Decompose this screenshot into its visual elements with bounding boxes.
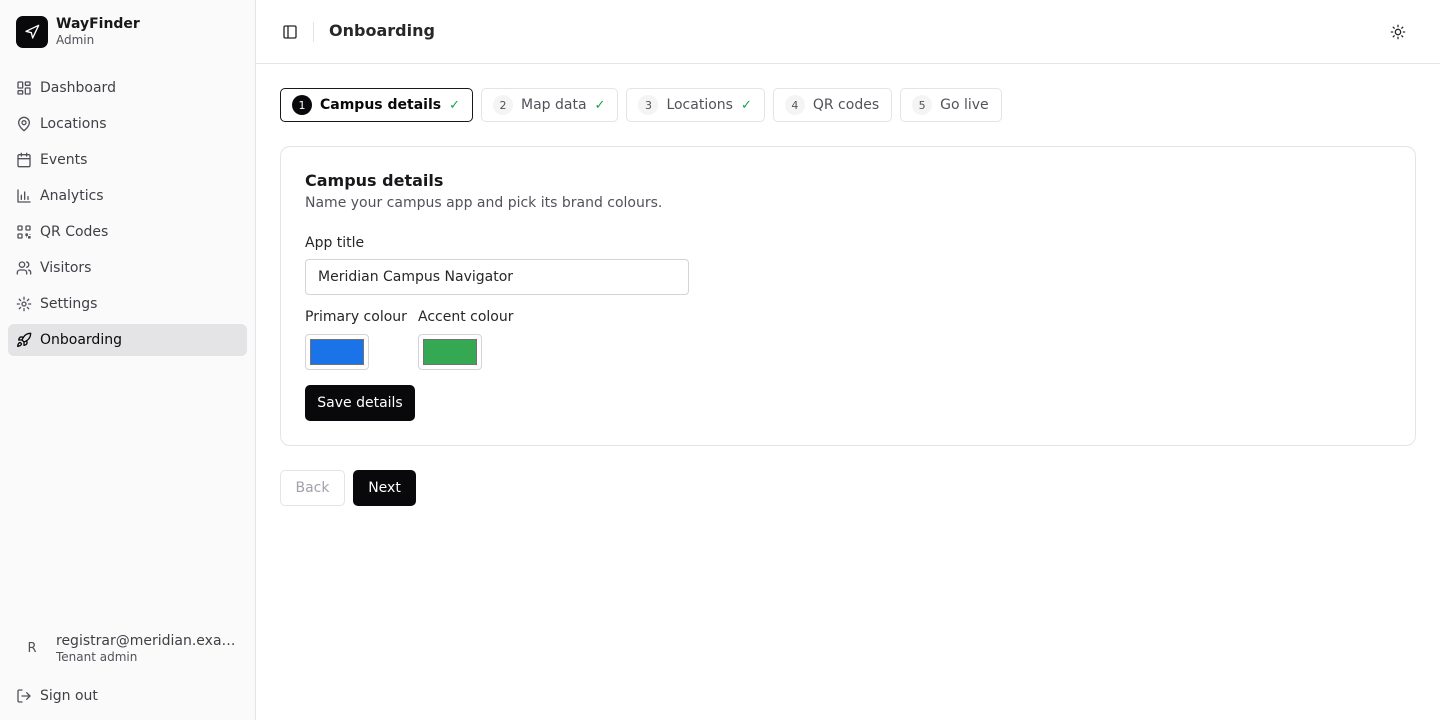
user-profile[interactable]: R registrar@meridian.example.edu Tenant … — [16, 632, 240, 665]
onboarding-steps: 1 Campus details ✓ 2 Map data ✓ 3 Locati… — [280, 88, 1002, 122]
brand[interactable]: WayFinder Admin — [16, 16, 140, 48]
toggle-sidebar-button[interactable] — [280, 20, 300, 44]
step-number: 2 — [493, 95, 513, 115]
calendar-icon — [17, 152, 31, 168]
log-out-icon — [17, 689, 31, 703]
next-button[interactable]: Next — [353, 470, 416, 506]
user-email: registrar@meridian.example.edu — [56, 633, 238, 649]
qr-code-icon — [17, 225, 31, 239]
step-label: Locations — [666, 97, 733, 113]
sidebar-item-label: Dashboard — [40, 80, 116, 96]
step-go-live[interactable]: 5 Go live — [900, 88, 1002, 122]
bar-chart-icon — [17, 189, 31, 203]
sidebar-item-dashboard[interactable]: Dashboard — [8, 72, 247, 104]
sidebar-item-label: Settings — [40, 296, 98, 312]
sidebar-item-locations[interactable]: Locations — [8, 108, 247, 140]
gear-icon — [16, 296, 32, 312]
step-label: Go live — [940, 97, 989, 113]
back-button[interactable]: Back — [280, 470, 345, 506]
user-role: Tenant admin — [56, 650, 138, 664]
accent-colour-fill — [423, 339, 477, 365]
card-description: Name your campus app and pick its brand … — [305, 195, 663, 211]
sidebar-item-qr-codes[interactable]: QR Codes — [8, 216, 247, 248]
primary-colour-fill — [310, 339, 364, 365]
sign-out-label: Sign out — [40, 688, 98, 704]
app-title-label: App title — [305, 235, 365, 251]
sidebar-item-label: Locations — [40, 116, 107, 132]
accent-colour-picker[interactable] — [418, 334, 482, 370]
page-title: Onboarding — [329, 21, 435, 40]
brand-subtitle: Admin — [56, 33, 95, 47]
step-campus-details[interactable]: 1 Campus details ✓ — [280, 88, 473, 122]
sidebar-item-events[interactable]: Events — [8, 144, 247, 176]
step-label: QR codes — [812, 97, 880, 113]
panel-left-icon — [283, 25, 297, 39]
sidebar-item-label: QR Codes — [40, 224, 109, 240]
campus-details-card: Campus details Name your campus app and … — [280, 146, 1416, 446]
navigation-arrow-icon — [16, 16, 48, 48]
sidebar-item-settings[interactable]: Settings — [8, 288, 247, 320]
check-icon: ✓ — [740, 97, 752, 113]
save-details-button[interactable]: Save details — [305, 385, 415, 421]
avatar: R — [27, 641, 37, 656]
sun-icon — [1390, 24, 1406, 40]
app-title-input[interactable] — [305, 259, 689, 295]
rocket-icon — [17, 332, 32, 347]
sidebar-item-label: Analytics — [40, 188, 104, 204]
sidebar-item-label: Visitors — [40, 260, 92, 276]
step-number: 1 — [292, 95, 312, 115]
dashboard-icon — [17, 81, 31, 95]
header: Onboarding — [256, 0, 1440, 64]
sidebar: WayFinder Admin Dashboard Locations Even… — [0, 0, 256, 720]
map-pin-icon — [18, 116, 30, 132]
users-icon — [16, 261, 32, 275]
sidebar-item-analytics[interactable]: Analytics — [8, 180, 247, 212]
primary-colour-picker[interactable] — [305, 334, 369, 370]
step-label: Map data — [521, 97, 587, 113]
sidebar-item-label: Events — [40, 152, 88, 168]
sidebar-item-label: Onboarding — [40, 332, 122, 348]
sidebar-item-visitors[interactable]: Visitors — [8, 252, 247, 284]
check-icon: ✓ — [449, 97, 460, 113]
primary-colour-label: Primary colour — [305, 309, 407, 325]
step-number: 4 — [784, 95, 805, 115]
header-divider — [313, 22, 314, 42]
brand-name: WayFinder — [56, 16, 140, 32]
step-qr-codes[interactable]: 4 QR codes — [772, 88, 893, 122]
step-locations[interactable]: 3 Locations ✓ — [626, 88, 765, 122]
sign-out-container: Sign out — [8, 680, 247, 716]
step-number: 3 — [638, 95, 659, 115]
sidebar-nav: Dashboard Locations Events Analytics QR … — [8, 72, 247, 360]
check-icon: ✓ — [594, 97, 606, 113]
theme-toggle-button[interactable] — [1386, 20, 1410, 44]
sign-out-button[interactable]: Sign out — [8, 680, 247, 712]
card-title: Campus details — [305, 171, 444, 190]
step-number: 5 — [912, 95, 933, 115]
step-label: Campus details — [320, 97, 442, 113]
step-map-data[interactable]: 2 Map data ✓ — [481, 88, 619, 122]
sidebar-item-onboarding[interactable]: Onboarding — [8, 324, 247, 356]
accent-colour-label: Accent colour — [418, 309, 514, 325]
